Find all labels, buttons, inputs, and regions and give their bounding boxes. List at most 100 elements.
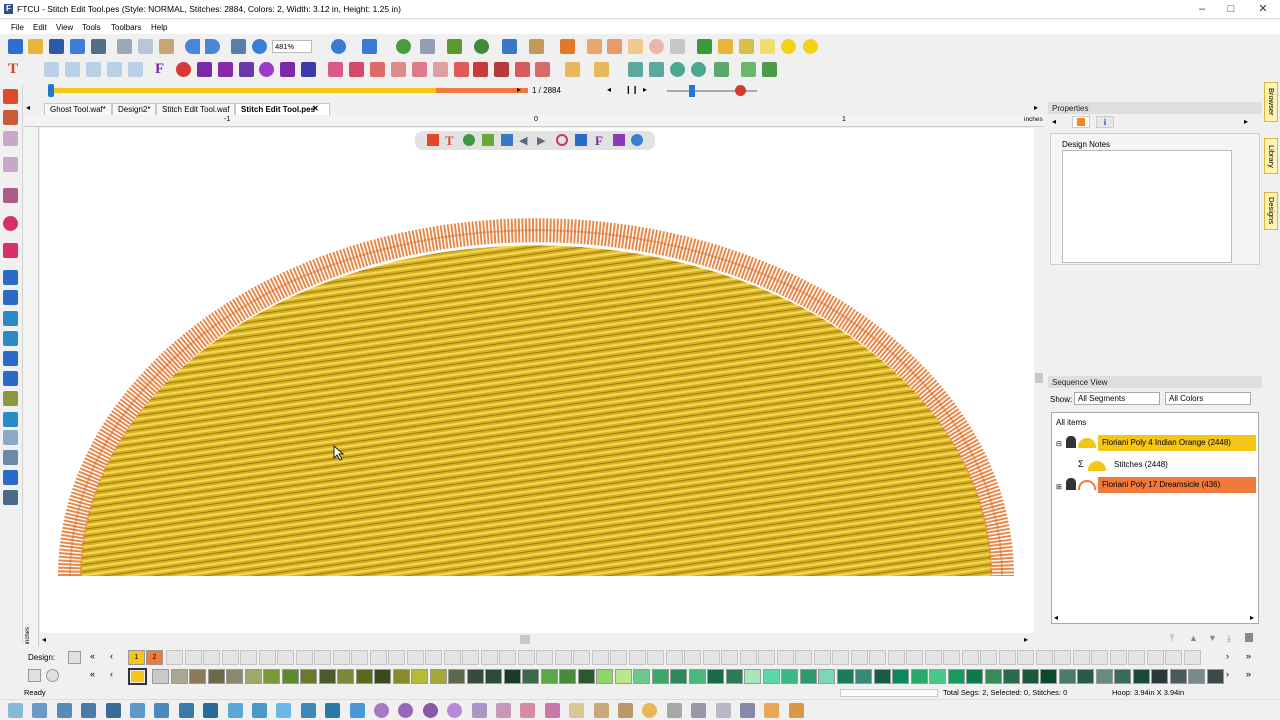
thread-swatch[interactable] xyxy=(725,669,743,684)
tree-scroll-left-icon[interactable]: ◂ xyxy=(1054,613,1058,622)
save-icon[interactable] xyxy=(49,39,64,54)
hoop-view-icon[interactable] xyxy=(3,351,18,366)
thread-swatch[interactable] xyxy=(577,669,595,684)
arrange-tool-icon[interactable] xyxy=(535,62,550,77)
lock-icon[interactable] xyxy=(670,39,685,54)
star-light-icon[interactable] xyxy=(447,703,463,718)
applique-frame-icon[interactable] xyxy=(618,703,633,718)
design-color-slot[interactable] xyxy=(1054,650,1071,665)
design-color-slot[interactable] xyxy=(610,650,627,665)
thread-swatch[interactable] xyxy=(947,669,965,684)
thread-swatch[interactable] xyxy=(781,669,798,684)
copy-icon[interactable] xyxy=(138,39,153,54)
redo-icon[interactable]: ▶ xyxy=(537,134,545,147)
move-up-icon[interactable]: ▲ xyxy=(1189,633,1198,643)
applique-fill-icon[interactable] xyxy=(593,703,609,718)
thread-prev-icon[interactable]: ‹ xyxy=(110,669,113,679)
frame-grid-icon[interactable] xyxy=(740,703,755,718)
scroll-thumb[interactable] xyxy=(520,635,530,644)
design-color-slot[interactable] xyxy=(832,650,849,665)
settings-icon[interactable] xyxy=(3,490,18,505)
horizontal-scrollbar[interactable]: ◂ ▸ xyxy=(40,634,1034,645)
design-color-slot[interactable] xyxy=(221,650,239,665)
radial-stitch-icon[interactable] xyxy=(300,703,316,718)
design-color-slot[interactable] xyxy=(351,650,368,665)
applique-icon[interactable] xyxy=(569,703,585,718)
design-color-slot[interactable] xyxy=(295,650,313,665)
undo-icon[interactable]: ◀ xyxy=(519,134,527,147)
step-forward-icon[interactable]: ▸ xyxy=(643,85,647,94)
thread-swatch[interactable] xyxy=(244,669,262,684)
move-to-bottom-icon[interactable]: ⤓ xyxy=(1227,633,1231,644)
thread-swatch[interactable] xyxy=(411,669,428,684)
distribute-icon[interactable] xyxy=(762,62,777,77)
play-forward-icon[interactable]: ▸ xyxy=(517,85,521,94)
pen-tool-icon[interactable] xyxy=(482,134,494,146)
feather-stitch-icon[interactable] xyxy=(56,703,72,718)
tab-ghost-tool[interactable]: Ghost Tool.waf* xyxy=(44,103,112,115)
magic-wand-icon[interactable] xyxy=(760,39,775,54)
pen-edit-icon[interactable] xyxy=(3,290,18,305)
palette-last-icon[interactable]: » xyxy=(1246,651,1251,661)
wave-stitch-icon[interactable] xyxy=(105,703,121,718)
thread-swatch[interactable] xyxy=(207,669,225,684)
bulb-icon[interactable] xyxy=(781,39,796,54)
step-back-icon[interactable]: ◂ xyxy=(607,85,611,94)
thread-swatch[interactable] xyxy=(1151,669,1168,684)
text-tool-icon[interactable]: T xyxy=(445,133,454,149)
rotate-right-icon[interactable] xyxy=(691,62,706,77)
scissor-tool-icon[interactable] xyxy=(454,62,469,77)
design-color-slot[interactable] xyxy=(1072,650,1090,665)
design-color-slot[interactable] xyxy=(332,650,350,665)
menu-view[interactable]: View xyxy=(56,23,73,32)
menu-help[interactable]: Help xyxy=(151,23,167,32)
stop-icon[interactable] xyxy=(735,85,746,96)
thread-swatch[interactable] xyxy=(559,669,576,684)
properties-scroll-left-icon[interactable]: ◂ xyxy=(1052,117,1056,126)
tab-stitch-edit-waf[interactable]: Stitch Edit Tool.waf xyxy=(156,103,236,115)
trim-tool-icon[interactable] xyxy=(412,62,427,77)
settings-gear-icon[interactable] xyxy=(631,134,643,146)
menu-file[interactable]: File xyxy=(11,23,24,32)
pin-icon[interactable] xyxy=(3,470,18,485)
mirror-v-icon[interactable] xyxy=(649,62,664,77)
picture-tool-icon[interactable] xyxy=(301,62,316,77)
properties-tab-design[interactable] xyxy=(1072,116,1090,128)
node-select-icon[interactable] xyxy=(3,110,18,125)
thread-swatch[interactable] xyxy=(966,669,983,684)
design-color-slot[interactable] xyxy=(869,650,886,665)
design-color-slot[interactable] xyxy=(184,650,202,665)
fill-stitch-icon[interactable] xyxy=(32,703,48,718)
thread-swatch[interactable] xyxy=(910,669,928,684)
crop-icon[interactable] xyxy=(3,371,18,386)
side-tab-browser[interactable]: Browser xyxy=(1264,82,1278,122)
pattern-wave-icon[interactable] xyxy=(520,703,536,718)
diamond-tool-icon[interactable] xyxy=(218,62,233,77)
grid-nodes-icon[interactable] xyxy=(107,62,122,77)
properties-scroll-right-icon[interactable]: ▸ xyxy=(1244,117,1248,126)
stitch-burst-icon[interactable] xyxy=(587,39,602,54)
sequence-item[interactable]: Floriani Poly 4 Indian Orange (2448) xyxy=(1098,435,1256,451)
thread-swatch[interactable] xyxy=(540,669,558,684)
palette-next-icon[interactable]: › xyxy=(1226,651,1229,661)
thread-swatch[interactable] xyxy=(448,669,465,684)
thread-swatch[interactable] xyxy=(799,669,817,684)
tree-scroll-right-icon[interactable]: ▸ xyxy=(1250,613,1254,622)
zoom-icon[interactable] xyxy=(556,134,568,146)
tab-design2[interactable]: Design2* xyxy=(112,103,157,115)
hand-icon[interactable] xyxy=(764,703,780,718)
grid-icon[interactable] xyxy=(3,331,18,346)
design-color-slot[interactable] xyxy=(1165,650,1182,665)
tab-close-icon[interactable]: ✕ xyxy=(312,104,319,113)
rotate-shape-icon[interactable] xyxy=(529,39,544,54)
design-color-slot[interactable] xyxy=(1091,650,1108,665)
visibility-eye-icon[interactable] xyxy=(1066,478,1076,490)
design-notes-textarea[interactable] xyxy=(1062,150,1232,263)
progress-start-handle[interactable] xyxy=(48,84,54,97)
thread-swatch[interactable] xyxy=(429,669,447,684)
star-tool-icon[interactable] xyxy=(197,62,212,77)
design-color-slot[interactable] xyxy=(906,650,923,665)
thread-swatch[interactable] xyxy=(929,669,946,684)
design-color-slot[interactable] xyxy=(388,650,405,665)
new-file-icon[interactable] xyxy=(8,39,23,54)
